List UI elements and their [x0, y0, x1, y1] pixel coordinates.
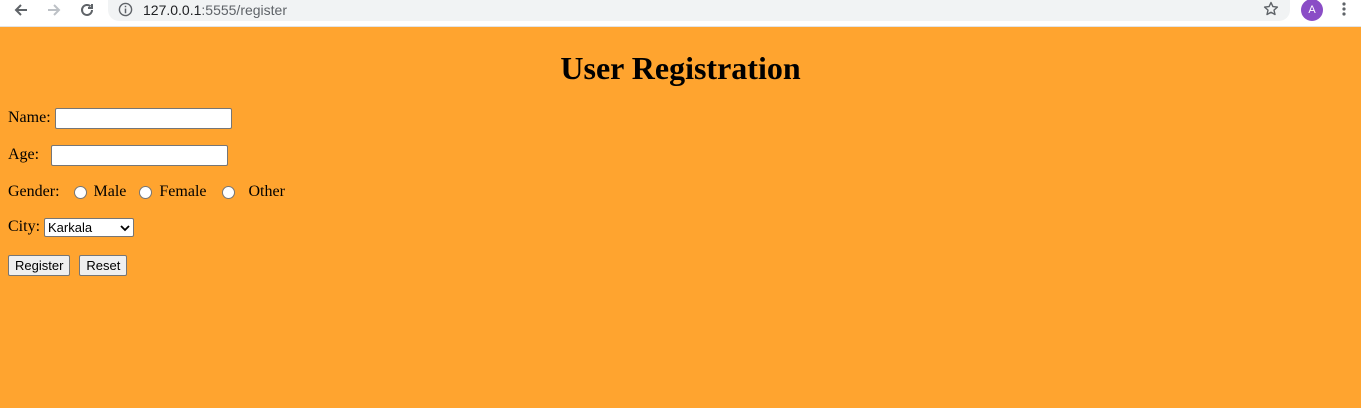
city-label: City:	[8, 218, 41, 235]
bookmark-star-icon[interactable]	[1263, 1, 1279, 22]
age-row: Age:	[8, 144, 229, 166]
gender-radio-female[interactable]	[139, 185, 153, 199]
url-text: 127.0.0.1:5555/register	[143, 1, 287, 19]
button-row: Register Reset	[8, 254, 128, 276]
reload-icon[interactable]	[76, 0, 98, 20]
reset-button[interactable]: Reset	[79, 254, 128, 276]
age-input[interactable]	[51, 144, 229, 166]
gender-option-male: Male	[93, 183, 127, 200]
gender-radio-other[interactable]	[221, 185, 235, 199]
name-input[interactable]	[54, 107, 232, 129]
age-label: Age:	[8, 146, 40, 163]
forward-arrow-icon[interactable]	[43, 0, 65, 20]
gender-option-female: Female	[159, 183, 207, 200]
browser-toolbar: 127.0.0.1:5555/register A	[0, 0, 1361, 27]
name-row: Name:	[8, 107, 232, 129]
url-path: :5555/register	[201, 2, 287, 18]
name-label: Name:	[8, 109, 51, 126]
back-arrow-icon[interactable]	[10, 0, 32, 20]
city-row: City: Karkala	[8, 216, 135, 238]
profile-avatar[interactable]: A	[1301, 0, 1323, 21]
register-button[interactable]: Register	[8, 254, 71, 276]
gender-row: Gender: Male Female Other	[8, 181, 285, 203]
address-bar[interactable]: 127.0.0.1:5555/register	[108, 0, 1290, 21]
chevron-down-icon	[120, 220, 130, 235]
city-selected-value: Karkala	[48, 219, 93, 235]
url-host: 127.0.0.1	[143, 2, 202, 18]
registration-page: User Registration Name: Age: Gender: Mal…	[0, 28, 1361, 408]
gender-option-other: Other	[248, 183, 285, 200]
gender-radio-male[interactable]	[73, 185, 87, 199]
page-title: User Registration	[560, 50, 801, 86]
city-select[interactable]: Karkala	[44, 217, 135, 237]
site-info-icon[interactable]	[118, 2, 133, 22]
kebab-menu-icon[interactable]	[1338, 1, 1350, 22]
gender-label: Gender:	[8, 183, 60, 200]
